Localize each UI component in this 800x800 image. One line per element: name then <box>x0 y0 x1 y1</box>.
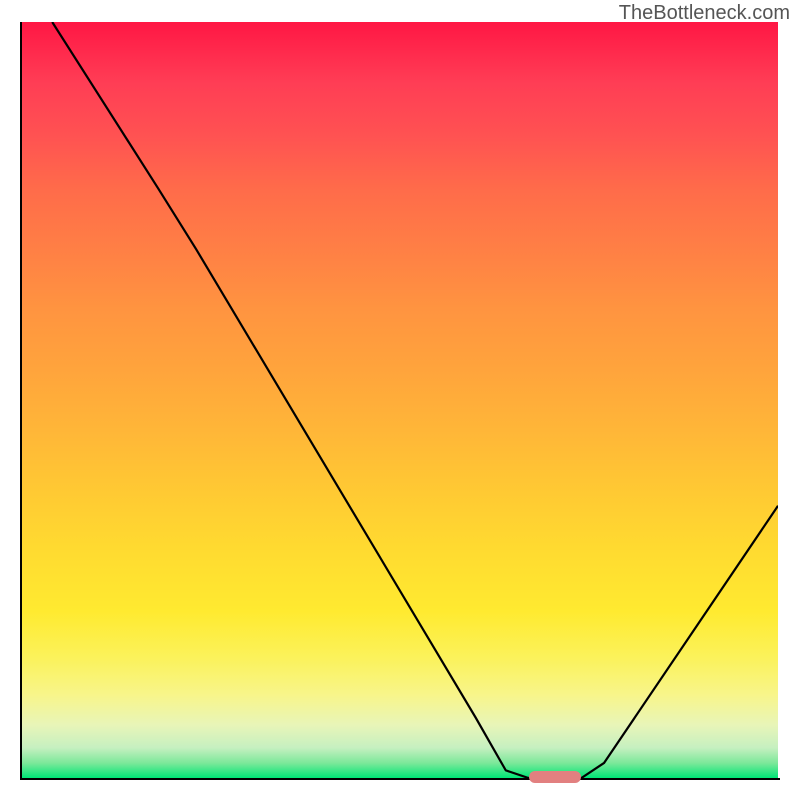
bottleneck-curve <box>22 22 778 778</box>
optimal-range-marker <box>529 771 582 783</box>
x-axis <box>20 778 780 780</box>
watermark-text: TheBottleneck.com <box>619 2 790 25</box>
